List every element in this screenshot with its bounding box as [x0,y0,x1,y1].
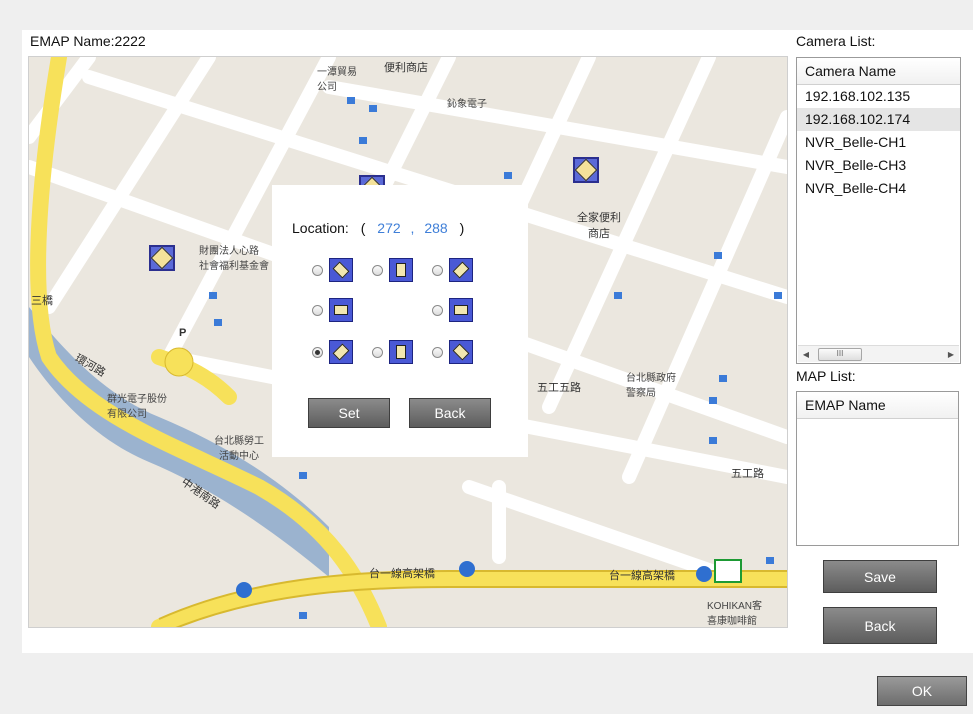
back-button[interactable]: Back [823,607,937,644]
map-label-store: 便利商店 [384,62,428,74]
camera-list-item[interactable]: NVR_Belle-CH4 [797,177,960,200]
location-row: Location: ( 272 , 288 ) [292,220,464,236]
location-y-value: 288 [424,220,448,236]
location-close-paren: ) [459,220,465,236]
map-camera-icon-1[interactable] [149,245,175,271]
direction-option-ne[interactable] [432,258,473,282]
map-label-kohikan: KOHIKAN客 喜康咖啡館 [707,601,763,627]
camera-list-item[interactable]: NVR_Belle-CH3 [797,154,960,177]
emap-name-title: EMAP Name:2222 [30,33,146,49]
camera-list[interactable]: Camera Name 192.168.102.135 192.168.102.… [796,57,961,364]
camera-list-header: Camera Name [797,58,960,85]
camera-ne-icon [449,258,473,282]
set-button[interactable]: Set [308,398,390,428]
dialog-back-button[interactable]: Back [409,398,491,428]
map-label-highway-2: 台一線高架橋 [609,570,675,582]
camera-nw-icon [329,258,353,282]
scroll-thumb[interactable]: III [818,348,862,361]
map-label-police: 台北縣政府 警察局 [626,373,676,399]
direction-option-n[interactable] [372,258,413,282]
direction-option-sw[interactable] [312,340,353,364]
camera-glyph-icon [574,158,598,182]
map-label-trading: 一潭貿易 公司 [317,67,357,93]
location-label: Location: [292,220,349,236]
camera-list-item[interactable]: 192.168.102.135 [797,85,960,108]
map-list[interactable]: EMAP Name [796,391,959,546]
scroll-left-arrow-icon[interactable]: ◀ [798,346,814,362]
direction-radio-n[interactable] [372,264,383,276]
direction-option-nw[interactable] [312,258,353,282]
map-label-wugong-road: 五工路 [731,468,764,480]
location-open-paren: ( [360,220,366,236]
map-label-sanqiao: 三橋 [31,295,53,307]
camera-sw-icon [329,340,353,364]
camera-e-icon [449,298,473,322]
map-list-label: MAP List: [796,368,856,384]
direction-radio-se[interactable] [432,346,443,358]
map-label-wugong5-road: 五工五路 [537,382,581,394]
map-label-parking: P [179,327,187,339]
direction-option-s[interactable] [372,340,413,364]
map-label-family-mart: 全家便利 商店 [577,212,621,240]
direction-radio-w[interactable] [312,304,323,316]
camera-list-hscrollbar[interactable]: ◀ III ▶ [798,345,959,362]
map-label-highway-1: 台一線高架橋 [369,568,435,580]
map-label-electronics: 鈊象電子 [447,99,487,110]
scroll-right-arrow-icon[interactable]: ▶ [943,346,959,362]
camera-list-item-selected[interactable]: 192.168.102.174 [797,108,960,131]
location-x-value: 272 [377,220,401,236]
location-dialog: Location: ( 272 , 288 ) Set Back [272,185,528,457]
camera-list-label: Camera List: [796,33,876,49]
location-comma: , [410,220,415,236]
direction-option-w[interactable] [312,298,353,322]
save-button[interactable]: Save [823,560,937,593]
map-label-company: 群光電子股份 有限公司 [107,394,167,420]
direction-radio-e[interactable] [432,304,443,316]
map-camera-icon-3[interactable] [573,157,599,183]
camera-se-icon [449,340,473,364]
direction-radio-ne[interactable] [432,264,443,276]
direction-option-se[interactable] [432,340,473,364]
ok-button[interactable]: OK [877,676,967,706]
map-list-header: EMAP Name [797,392,958,419]
map-label-activity-center: 台北縣勞工 活動中心 [214,436,264,462]
camera-list-item[interactable]: NVR_Belle-CH1 [797,131,960,154]
map-label-foundation: 財團法人心路 社會福利基金會 [199,246,269,272]
camera-glyph-icon [150,246,174,270]
camera-w-icon [329,298,353,322]
direction-radio-s[interactable] [372,346,383,358]
direction-radio-nw[interactable] [312,264,323,276]
camera-n-icon [389,258,413,282]
direction-option-e[interactable] [432,298,473,322]
camera-s-icon [389,340,413,364]
direction-radio-sw[interactable] [312,346,323,358]
